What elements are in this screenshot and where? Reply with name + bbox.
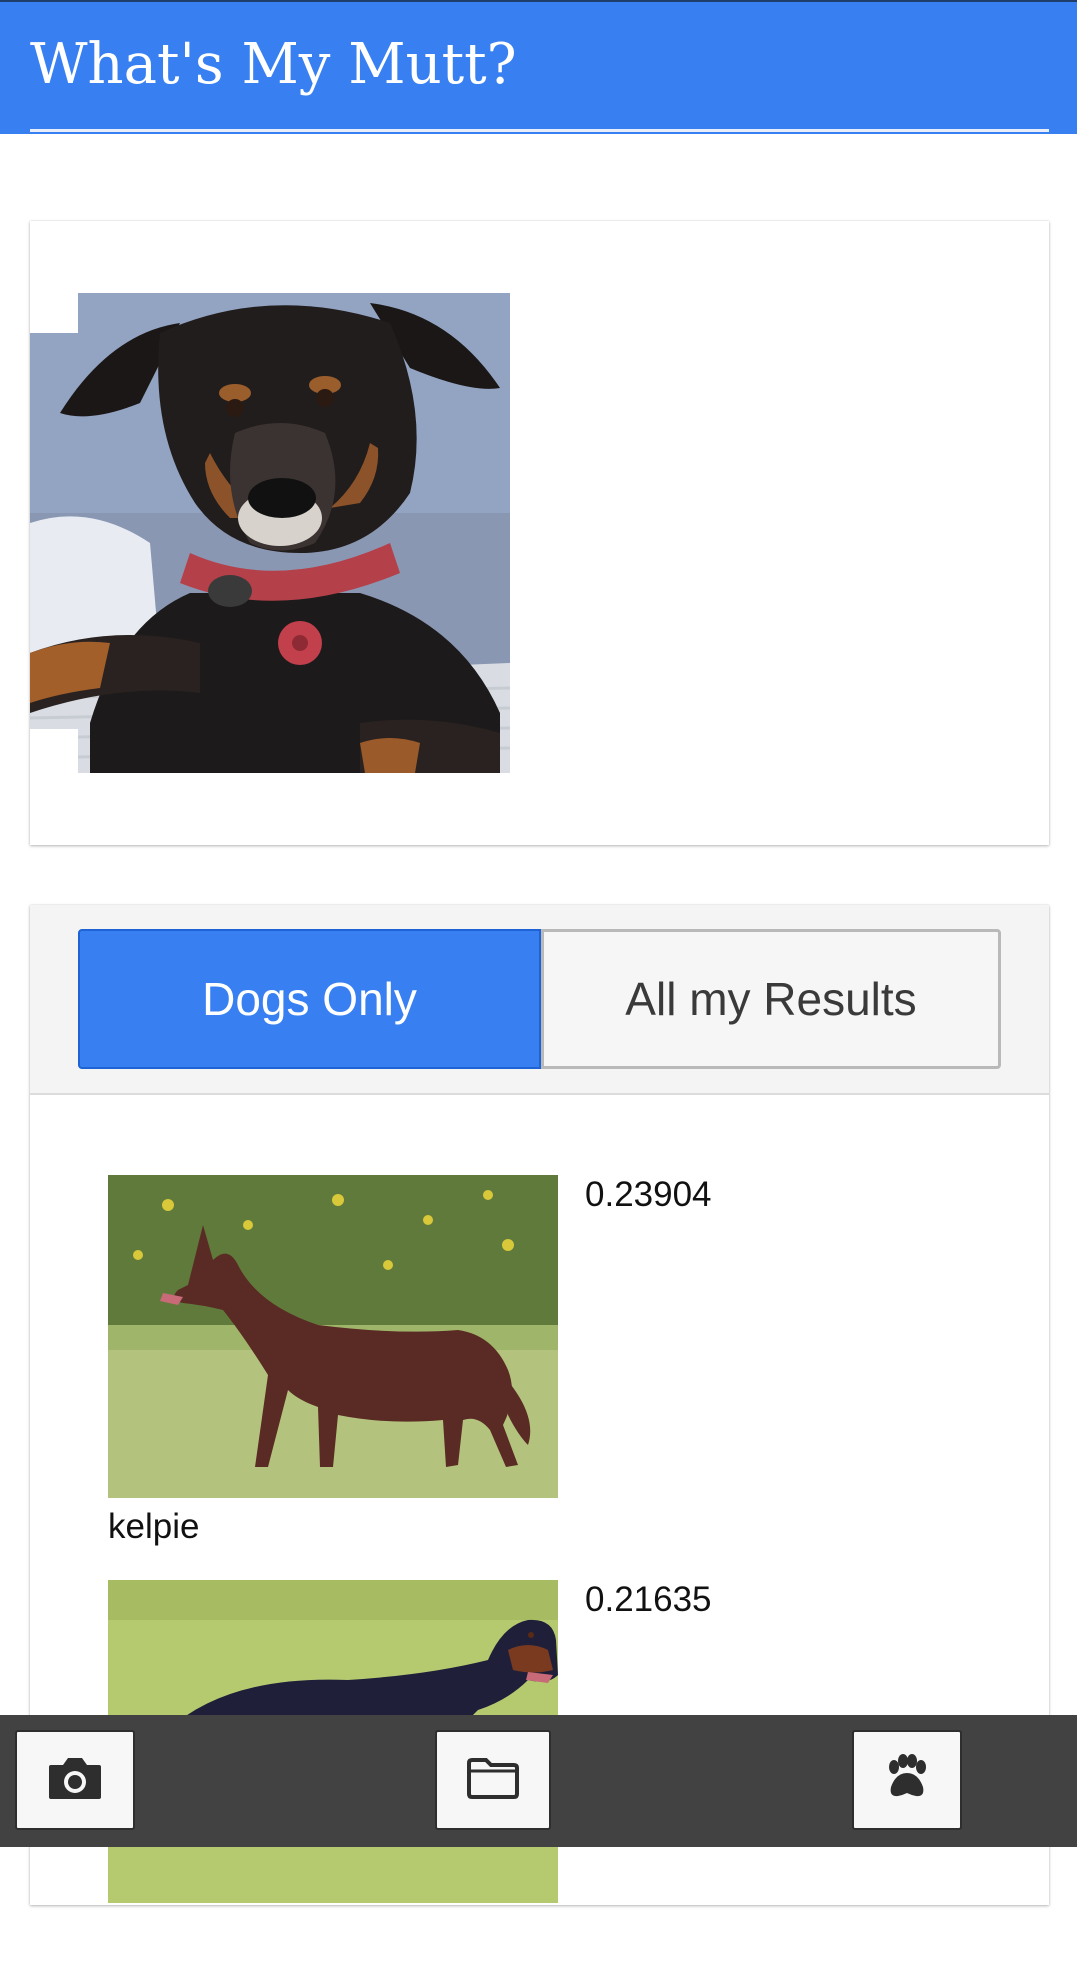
photo-corner-mask — [30, 293, 78, 333]
camera-button[interactable] — [15, 1730, 135, 1830]
uploaded-dog-photo-image — [30, 293, 510, 773]
result-score: 0.23904 — [585, 1175, 712, 1214]
bottom-toolbar — [0, 1715, 1077, 1847]
header-divider — [30, 129, 1049, 132]
breed-thumbnail — [108, 1175, 558, 1498]
photo-corner-mask — [30, 729, 78, 773]
tab-dogs-only[interactable]: Dogs Only — [78, 929, 541, 1069]
paw-button[interactable] — [852, 1730, 962, 1830]
result-item[interactable]: 0.23904 kelpie — [108, 1175, 908, 1555]
tab-all-my-results[interactable]: All my Results — [541, 929, 1001, 1069]
app-header: What's My Mutt? — [0, 0, 1077, 134]
breed-thumbnail-image — [108, 1175, 558, 1498]
camera-icon — [47, 1755, 103, 1806]
uploaded-dog-photo[interactable] — [30, 293, 510, 773]
folder-icon — [466, 1757, 520, 1804]
result-breed-name: kelpie — [108, 1507, 200, 1546]
result-filter-tabs: Dogs Only All my Results — [30, 905, 1049, 1095]
result-score: 0.21635 — [585, 1580, 712, 1619]
paw-icon — [882, 1753, 932, 1808]
app-title: What's My Mutt? — [30, 32, 517, 97]
photo-card — [30, 221, 1049, 845]
open-folder-button[interactable] — [435, 1730, 551, 1830]
